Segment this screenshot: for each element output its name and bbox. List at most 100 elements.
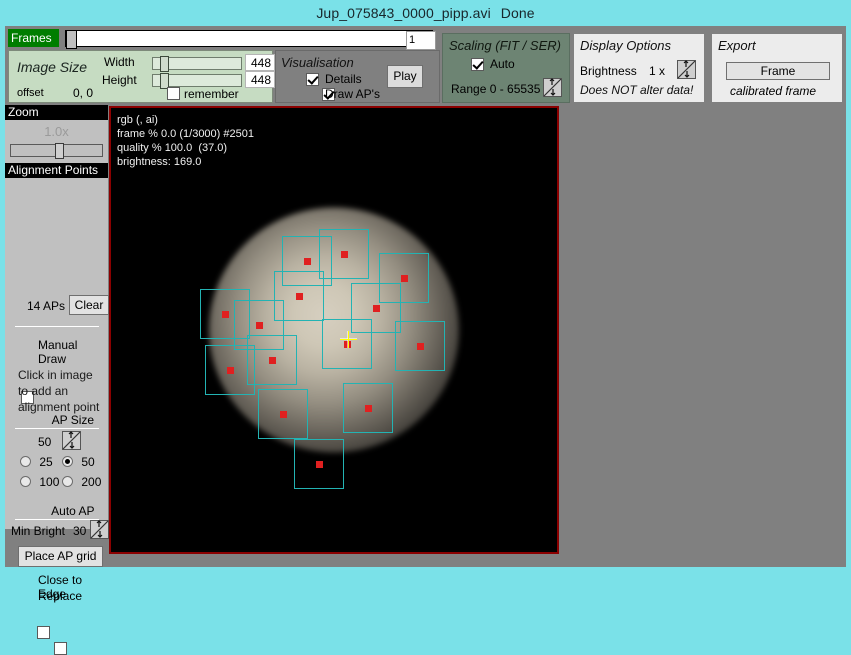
brightness-label: Brightness: [580, 64, 637, 78]
ap-size-option-200-label: 200: [81, 475, 102, 489]
radio-25-icon[interactable]: [20, 456, 31, 467]
ap-size-value: 50: [38, 435, 52, 449]
panel-display-options: Display Options Brightness 1 x Does NOT …: [573, 33, 705, 103]
title-bar: Jup_075843_0000_pipp.avi Done: [0, 0, 851, 26]
ap-size-option-100-label: 100: [39, 475, 60, 489]
ap-size-option-25[interactable]: 25: [20, 455, 53, 469]
up-down-arrows-icon: [90, 520, 109, 539]
display-options-note: Does NOT alter data!: [580, 83, 694, 97]
ap-size-option-50[interactable]: 50: [62, 455, 95, 469]
frames-slider[interactable]: [65, 29, 433, 49]
details-checkbox[interactable]: [306, 73, 319, 86]
auto-scaling-label: Auto: [490, 57, 515, 71]
manual-draw-label: Manual Draw: [38, 338, 78, 366]
ap-count-label: 14 APs: [27, 299, 66, 313]
zoom-slider[interactable]: [10, 143, 103, 159]
offset-label: offset: [17, 87, 44, 99]
width-label: Width: [104, 55, 135, 69]
alignment-point-marker[interactable]: [304, 258, 311, 265]
up-down-arrows-icon: [543, 78, 562, 97]
panel-image-size: Image Size offset 0, 0 Width Height 448 …: [8, 50, 275, 103]
alignment-point-marker[interactable]: [222, 311, 229, 318]
canvas-overlay-text: rgb (, ai) frame % 0.0 (1/3000) #2501 qu…: [117, 114, 254, 168]
play-button[interactable]: Play: [387, 65, 423, 88]
scaling-range-label: Range 0 - 65535: [451, 82, 541, 96]
alignment-point-marker[interactable]: [365, 405, 372, 412]
export-frame-button[interactable]: Frame: [726, 62, 830, 80]
ap-size-option-100[interactable]: 100: [20, 475, 59, 489]
panel-scaling: Scaling (FIT / SER) Auto Range 0 - 65535: [442, 33, 570, 103]
divider-2: [15, 428, 99, 429]
clear-aps-button[interactable]: Clear: [69, 295, 109, 315]
radio-50-icon[interactable]: [62, 456, 73, 467]
divider-1: [15, 326, 99, 327]
title-status: Done: [500, 5, 535, 21]
min-bright-label: Min Bright: [11, 524, 66, 538]
alignment-point-marker[interactable]: [316, 461, 323, 468]
height-slider[interactable]: [152, 73, 242, 89]
ap-size-option-25-label: 25: [39, 455, 53, 469]
title-filename: Jup_075843_0000_pipp.avi: [316, 5, 491, 21]
ap-hint-text: Click in image to add an alignment point: [18, 367, 99, 415]
height-label: Height: [102, 73, 137, 87]
ap-hint-line-1: Click in image: [18, 368, 93, 382]
alignment-point-marker[interactable]: [227, 367, 234, 374]
alignment-point-marker[interactable]: [280, 411, 287, 418]
replace-label: Replace: [38, 589, 83, 603]
radio-100-icon[interactable]: [20, 476, 31, 487]
ap-size-spinner-icon[interactable]: [62, 431, 81, 450]
replace-checkbox[interactable]: [53, 642, 67, 655]
offset-value: 0, 0: [73, 86, 94, 100]
remember-checkbox[interactable]: [167, 87, 180, 100]
frames-slider-thumb[interactable]: [66, 29, 77, 49]
center-crosshair-icon: [340, 331, 357, 348]
export-title: Export: [718, 38, 756, 53]
zoom-slider-thumb[interactable]: [55, 143, 64, 159]
scaling-spinner-icon[interactable]: [543, 78, 562, 97]
image-canvas[interactable]: rgb (, ai) frame % 0.0 (1/3000) #2501 qu…: [109, 106, 559, 554]
alignment-point-marker[interactable]: [341, 251, 348, 258]
display-options-title: Display Options: [580, 38, 672, 53]
frames-label: Frames: [8, 29, 59, 47]
height-value-input[interactable]: 448: [245, 71, 275, 88]
zoom-section-header: Zoom: [5, 105, 108, 120]
radio-200-icon[interactable]: [62, 476, 73, 487]
up-down-arrows-icon: [62, 431, 81, 450]
image-size-title: Image Size: [17, 59, 88, 75]
alignment-point-marker[interactable]: [269, 357, 276, 364]
details-label: Details: [325, 72, 362, 86]
close-to-edge-checkbox[interactable]: [37, 626, 51, 639]
remember-label: remember: [184, 87, 239, 101]
up-down-arrows-icon: [677, 60, 696, 79]
frames-row: Frames: [8, 28, 438, 49]
zoom-value: 1.0x: [44, 124, 69, 139]
export-note: calibrated frame: [730, 84, 817, 98]
width-value-input[interactable]: 448: [245, 54, 275, 71]
divider-3: [15, 519, 99, 520]
brightness-value: 1 x: [649, 64, 666, 78]
ap-hint-line-2: to add an: [18, 384, 69, 398]
alignment-point-marker[interactable]: [373, 305, 380, 312]
frames-value-input[interactable]: 1: [406, 31, 436, 50]
alignment-point-marker[interactable]: [296, 293, 303, 300]
application-window: Jup_075843_0000_pipp.avi Done Frames 1 I…: [0, 0, 851, 655]
ap-size-option-50-label: 50: [81, 455, 95, 469]
width-slider-thumb[interactable]: [160, 56, 169, 72]
width-slider[interactable]: [152, 56, 242, 72]
min-bright-value: 30: [73, 524, 87, 538]
brightness-spinner-icon[interactable]: [677, 60, 696, 79]
visualisation-title: Visualisation: [281, 55, 354, 70]
alignment-point-marker[interactable]: [417, 343, 424, 350]
alignment-points-header: Alignment Points: [5, 163, 108, 178]
panel-export: Export Frame calibrated frame: [711, 33, 843, 103]
alignment-point-marker[interactable]: [401, 275, 408, 282]
ap-size-option-200[interactable]: 200: [62, 475, 101, 489]
alignment-point-marker[interactable]: [256, 322, 263, 329]
left-sidebar: Zoom 1.0x Alignment Points 14 APs Clear …: [5, 105, 109, 655]
auto-scaling-checkbox[interactable]: [471, 58, 484, 71]
place-ap-grid-button[interactable]: Place AP grid: [18, 546, 103, 567]
min-bright-spinner-icon[interactable]: [90, 520, 109, 539]
draw-aps-label: Draw AP's: [325, 87, 380, 101]
panel-visualisation: Visualisation Details Draw AP's Play: [275, 50, 440, 103]
scaling-title: Scaling (FIT / SER): [449, 38, 561, 53]
